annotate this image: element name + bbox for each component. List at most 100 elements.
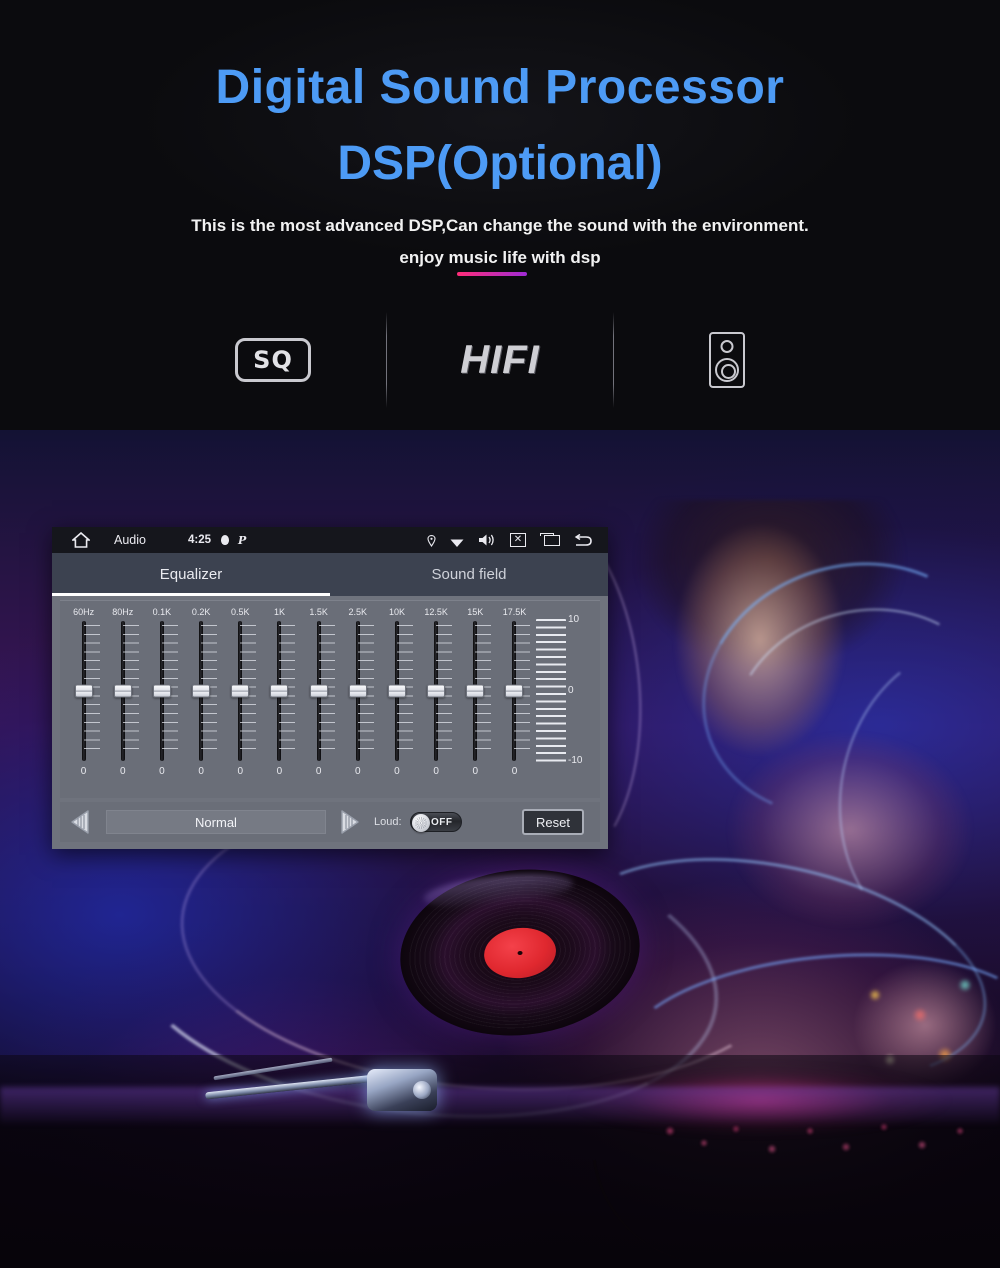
eq-band-value: 0: [276, 766, 283, 777]
loudness-state: OFF: [431, 816, 453, 828]
eq-band-frequency: 60Hz: [73, 607, 95, 617]
accent-underline: [457, 272, 527, 276]
prev-preset-button[interactable]: [68, 809, 98, 835]
tab-sound-field-label: Sound field: [431, 566, 507, 583]
eq-band: 1K 0: [260, 605, 299, 795]
volume-icon[interactable]: [478, 533, 496, 547]
turntable-deck: [0, 1055, 1000, 1268]
eq-band: 60Hz 0: [64, 605, 103, 795]
status-bar: Audio 4:25 P ✕: [52, 527, 608, 553]
tab-equalizer[interactable]: Equalizer: [52, 553, 330, 596]
eq-band-slider[interactable]: [495, 621, 533, 761]
eq-band-frequency: 12.5K: [424, 607, 448, 617]
eq-band: 12.5K 0: [417, 605, 456, 795]
hifi-badge-label: HIFI: [460, 337, 540, 382]
eq-band-value: 0: [159, 766, 165, 777]
loudness-label: Loud:: [374, 816, 402, 828]
eq-band-thumb[interactable]: [231, 684, 250, 698]
equalizer-body: 60Hz 0 80Hz 0 0.1K 0 0.2K 0 0.5K 0 1K 0 1.5K 0 2.5K 0 10…: [60, 600, 600, 798]
eq-band-frequency: 0.5K: [231, 607, 250, 617]
eq-band: 10K 0: [377, 605, 416, 795]
eq-band-frequency: 1.5K: [309, 607, 328, 617]
equalizer-footer: Normal Loud: OFF Reset: [60, 802, 600, 842]
eq-band-thumb[interactable]: [192, 684, 211, 698]
db-scale-bottom: -10: [568, 755, 583, 766]
badge-cell-hifi: HIFI: [387, 305, 613, 415]
eq-band-thumb[interactable]: [309, 684, 328, 698]
badge-cell-sq: SQ: [160, 305, 386, 415]
recents-icon[interactable]: [540, 533, 560, 547]
eq-band: 17.5K 0: [495, 605, 534, 795]
eq-band-frequency: 0.1K: [152, 607, 172, 617]
page-title-line1: Digital Sound Processor: [215, 61, 785, 114]
eq-band-frequency: 80Hz: [112, 607, 134, 617]
eq-band-thumb[interactable]: [505, 684, 524, 698]
eq-band-thumb[interactable]: [387, 684, 406, 698]
eq-band: 0.1K 0: [142, 605, 181, 795]
app-title: Audio: [114, 533, 146, 547]
eq-band-thumb[interactable]: [427, 684, 446, 698]
back-icon[interactable]: [574, 533, 592, 547]
next-preset-button[interactable]: [334, 809, 364, 835]
db-scale-mid: 0: [568, 685, 574, 696]
eq-band-thumb[interactable]: [74, 684, 93, 698]
eq-band-slider[interactable]: [182, 621, 220, 761]
eq-band-value: 0: [315, 766, 322, 777]
eq-band-slider[interactable]: [378, 621, 416, 761]
eq-band-slider[interactable]: [260, 621, 298, 761]
eq-band-value: 0: [119, 766, 126, 777]
badge-cell-speaker: [614, 305, 840, 415]
reset-button-label: Reset: [536, 814, 570, 830]
eq-band-slider[interactable]: [456, 621, 494, 761]
tab-sound-field[interactable]: Sound field: [330, 553, 608, 596]
eq-band-value: 0: [198, 766, 204, 777]
clock: 4:25: [187, 534, 212, 546]
eq-band-slider[interactable]: [65, 621, 103, 761]
page-title-line2: DSP(Optional): [337, 137, 663, 190]
eq-band-thumb[interactable]: [466, 684, 485, 698]
wifi-icon[interactable]: [450, 535, 464, 547]
eq-band-thumb[interactable]: [270, 684, 289, 698]
eq-band-slider[interactable]: [417, 621, 455, 761]
hero-section: Digital Sound Processor DSP(Optional) Th…: [0, 0, 1000, 430]
location-pin-icon[interactable]: [427, 534, 436, 547]
preset-display[interactable]: Normal: [106, 810, 326, 834]
eq-band: 0.2K 0: [182, 605, 221, 795]
eq-band-slider[interactable]: [221, 621, 259, 761]
eq-band-frequency: 17.5K: [502, 607, 527, 617]
close-icon[interactable]: ✕: [510, 533, 526, 547]
tab-equalizer-label: Equalizer: [159, 566, 223, 583]
status-bar-icons: ✕: [413, 533, 608, 547]
eq-band: 0.5K 0: [221, 605, 260, 795]
eq-band-thumb[interactable]: [113, 684, 132, 698]
eq-band-slider[interactable]: [104, 621, 142, 761]
eq-band-value: 0: [80, 766, 87, 777]
eq-band-thumb[interactable]: [348, 684, 367, 698]
eq-band-value: 0: [511, 766, 518, 777]
toggle-knob-icon: [411, 814, 430, 832]
eq-band-frequency: 2.5K: [348, 607, 368, 617]
eq-band-slider[interactable]: [339, 621, 377, 761]
eq-band-slider[interactable]: [143, 621, 181, 761]
eq-band-thumb[interactable]: [152, 684, 171, 698]
db-scale: 10 0 -10: [536, 611, 594, 786]
loudness-toggle[interactable]: OFF: [409, 812, 462, 832]
reset-button[interactable]: Reset: [522, 809, 584, 835]
eq-band-slider[interactable]: [300, 621, 338, 761]
eq-band-frequency: 1K: [273, 607, 285, 617]
page-subtitle-line1: This is the most advanced DSP,Can change…: [191, 216, 809, 235]
speaker-tweeter-icon: [720, 340, 734, 353]
home-icon[interactable]: [72, 532, 90, 548]
db-scale-ticks: [536, 619, 566, 767]
db-scale-top: 10: [568, 614, 580, 625]
eq-band-value: 0: [355, 766, 361, 777]
sq-badge-label: SQ: [253, 346, 293, 374]
eq-band-value: 0: [394, 766, 400, 777]
eq-band-frequency: 15K: [467, 607, 484, 617]
eq-band-value: 0: [433, 766, 439, 777]
tonearm-cartridge: [367, 1069, 437, 1111]
eq-band: 15K 0: [456, 605, 495, 795]
deck-cable: [592, 1126, 848, 1268]
speaker-icon: [709, 332, 745, 388]
tonearm-bar-highlight: [213, 1057, 333, 1081]
